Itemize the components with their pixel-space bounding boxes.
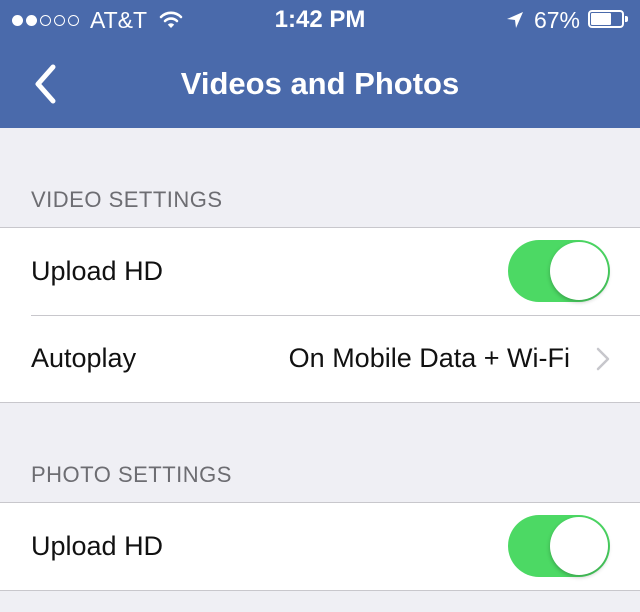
autoplay-label: Autoplay xyxy=(31,343,137,373)
right-status-group: 67% xyxy=(506,8,630,32)
page-title: Videos and Photos xyxy=(180,66,460,101)
video-upload-hd-toggle[interactable] xyxy=(508,240,610,302)
battery-tip xyxy=(625,16,628,22)
video-settings-group: Upload HD Autoplay On Mobile Data + Wi-F… xyxy=(0,227,640,403)
battery-percent: 67% xyxy=(533,7,580,33)
chevron-right-icon xyxy=(596,347,610,371)
photo-settings-group: Upload HD xyxy=(0,502,640,591)
battery-icon xyxy=(588,10,630,30)
video-settings-header: VIDEO SETTINGS xyxy=(31,187,223,212)
autoplay-row[interactable]: Autoplay On Mobile Data + Wi-Fi xyxy=(0,315,640,402)
status-bar: AT&T 1:42 PM 67% xyxy=(0,0,640,40)
battery-fill xyxy=(591,13,611,25)
photo-upload-hd-row: Upload HD xyxy=(0,503,640,590)
photo-upload-hd-label: Upload HD xyxy=(31,531,164,561)
app-header: AT&T 1:42 PM 67% Videos and Photos xyxy=(0,0,640,128)
video-upload-hd-label: Upload HD xyxy=(31,256,164,286)
location-arrow-icon xyxy=(506,12,523,28)
toggle-knob xyxy=(550,242,608,300)
navigation-bar: Videos and Photos xyxy=(0,40,640,128)
autoplay-value: On Mobile Data + Wi-Fi xyxy=(288,343,570,373)
toggle-knob xyxy=(550,517,608,575)
video-upload-hd-row: Upload HD xyxy=(0,228,640,315)
photo-upload-hd-toggle[interactable] xyxy=(508,515,610,577)
photo-settings-header: PHOTO SETTINGS xyxy=(31,462,232,487)
